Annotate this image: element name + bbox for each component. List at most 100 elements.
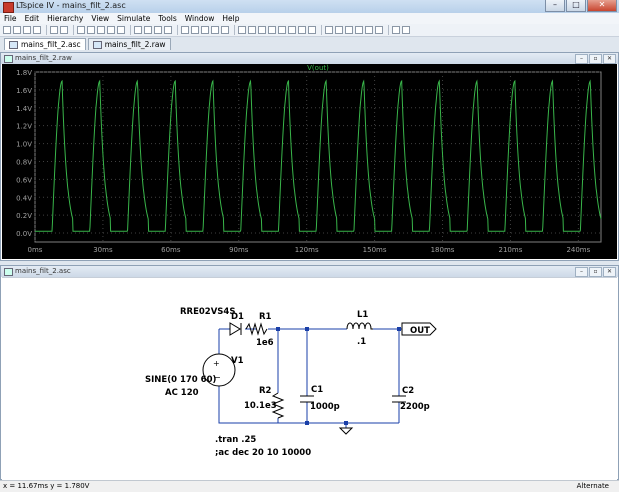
waveform-chart[interactable]: 1.8V 1.6V 1.4V 1.2V 1.0V 0.8V 0.6V 0.4V 0.2V 0.0V… [2,64,617,259]
toolbar-separator [46,25,47,35]
tile-vertical-icon[interactable] [144,26,152,34]
menu-tools[interactable]: Tools [158,14,176,23]
rotate-icon[interactable] [365,26,373,34]
move-icon[interactable] [325,26,333,34]
minimize-button[interactable]: – [575,267,588,277]
y-tick-label: 1.2V [16,123,32,131]
close-button[interactable]: ✕ [603,54,616,64]
cut-icon[interactable] [181,26,189,34]
menu-window[interactable]: Window [185,14,215,23]
schematic-canvas[interactable]: + − RRE02VS4S D1 R1 1e6 L1 .1 OUT V1 SIN… [2,277,617,480]
halt-icon[interactable] [60,26,68,34]
junction [344,421,348,425]
zoom-out-icon[interactable] [97,26,105,34]
close-button[interactable]: ✕ [603,267,616,277]
toolbar-separator [234,25,235,35]
c2-name: C2 [402,386,414,396]
capacitor-icon[interactable] [278,26,286,34]
control-panel-icon[interactable] [33,26,41,34]
waveform-window[interactable]: mains_filt_2.raw – ▫ ✕ 1.8V 1.6V 1.4V 1.2V 1… [0,52,619,261]
open-icon[interactable] [13,26,21,34]
toolbar-separator [73,25,74,35]
y-tick-label: 0.4V [16,194,32,202]
x-tick-label: 120ms [295,246,319,254]
window-title: LTspice IV - mains_filt_2.asc [16,1,126,10]
new-schematic-icon[interactable] [3,26,11,34]
schematic-window[interactable]: mains_filt_2.asc – ▫ ✕ + − RRE02VS4S D1 … [0,265,619,480]
restore-button[interactable]: ▫ [589,267,602,277]
waveform-window-title: mains_filt_2.raw [15,54,72,62]
close-all-icon[interactable] [164,26,172,34]
label-net-icon[interactable] [258,26,266,34]
menu-file[interactable]: File [4,14,17,23]
tab-waveform[interactable]: mains_filt_2.raw [87,38,171,50]
menu-hierarchy[interactable]: Hierarchy [47,14,83,23]
save-icon[interactable] [23,26,31,34]
junction [276,327,280,331]
toolbar [0,24,619,37]
copy-icon[interactable] [191,26,199,34]
undo-icon[interactable] [345,26,353,34]
zoom-fit-icon[interactable] [107,26,115,34]
vout-trace[interactable] [35,79,602,232]
menu-edit[interactable]: Edit [25,14,40,23]
cursor-coordinates: x = 11.67ms y = 1.780V [3,482,90,490]
ground-icon[interactable] [248,26,256,34]
zoom-in-icon[interactable] [77,26,85,34]
status-bar: x = 11.67ms y = 1.780V Alternate [0,480,619,492]
r2-name: R2 [259,386,272,396]
spice-directive-tran[interactable]: .tran .25 [215,435,256,445]
redo-icon[interactable] [355,26,363,34]
cascade-icon[interactable] [154,26,162,34]
x-tick-label: 210ms [499,246,523,254]
junction [397,327,401,331]
minimize-button[interactable]: – [545,0,565,12]
ground-icon[interactable] [338,427,354,435]
v1-value: SINE(0 170 60) [145,375,216,385]
waveform-plot-area[interactable]: 1.8V 1.6V 1.4V 1.2V 1.0V 0.8V 0.6V 0.4V 0.2V 0.0V… [2,64,617,259]
minimize-button[interactable]: – [575,54,588,64]
resistor-icon[interactable] [268,26,276,34]
menu-help[interactable]: Help [222,14,239,23]
c2-value: 2200p [400,402,430,412]
text-icon[interactable] [392,26,400,34]
waveform-file-icon [92,40,102,49]
x-tick-label: 150ms [363,246,387,254]
spice-comment-ac[interactable]: ;ac dec 20 10 10000 [215,448,311,458]
schematic-drawing[interactable]: + − RRE02VS4S D1 R1 1e6 L1 .1 OUT V1 SIN… [2,278,617,480]
autorange-icon[interactable] [117,26,125,34]
inductor-icon[interactable] [288,26,296,34]
pan-icon[interactable] [87,26,95,34]
component-icon[interactable] [308,26,316,34]
v1-plus-sign: + [213,359,220,368]
v1-ac: AC 120 [165,388,199,398]
find-icon[interactable] [211,26,219,34]
y-tick-label: 1.0V [16,141,32,149]
mirror-icon[interactable] [375,26,383,34]
tile-horizontal-icon[interactable] [134,26,142,34]
x-tick-label: 180ms [431,246,455,254]
drag-icon[interactable] [335,26,343,34]
menu-view[interactable]: View [91,14,109,23]
print-icon[interactable] [221,26,229,34]
window-controls: – □ ✕ [545,0,617,12]
tab-schematic[interactable]: mains_filt_2.asc [4,38,86,50]
x-tick-label: 0ms [28,246,43,254]
menu-simulate[interactable]: Simulate [117,14,150,23]
x-tick-label: 90ms [229,246,249,254]
y-tick-label: 1.8V [16,69,32,77]
maximize-button[interactable]: □ [566,0,586,12]
trace-label[interactable]: V(out) [307,64,329,72]
diode-d1[interactable] [229,322,241,336]
diode-icon[interactable] [298,26,306,34]
restore-button[interactable]: ▫ [589,54,602,64]
paste-icon[interactable] [201,26,209,34]
close-button[interactable]: ✕ [587,0,617,12]
run-icon[interactable] [50,26,58,34]
wire-icon[interactable] [238,26,246,34]
schematic-window-titlebar: mains_filt_2.asc – ▫ ✕ [1,266,618,277]
spice-directive-icon[interactable] [402,26,410,34]
toolbar-separator [321,25,322,35]
inductor-l1[interactable] [346,322,373,330]
y-tick-label: 0.2V [16,212,32,220]
